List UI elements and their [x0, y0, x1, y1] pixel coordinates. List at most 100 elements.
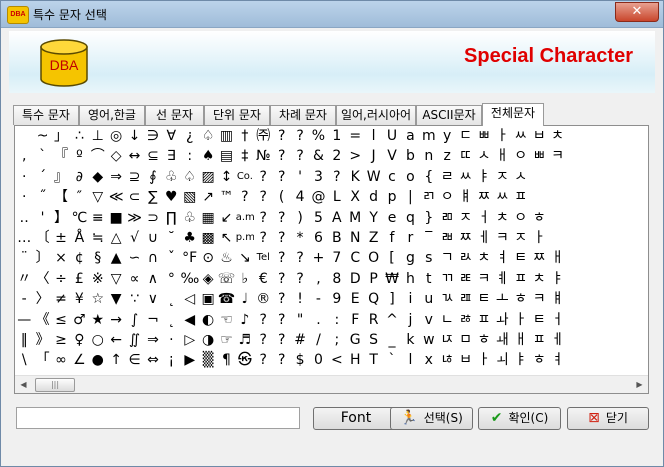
char-cell[interactable]: ㅈ [512, 228, 530, 248]
char-cell[interactable]: " [291, 310, 309, 330]
char-cell[interactable]: ? [254, 167, 272, 187]
char-cell[interactable]: . [309, 310, 327, 330]
char-cell[interactable]: ] [383, 289, 401, 309]
char-cell[interactable]: ㄸ [456, 146, 474, 166]
char-cell[interactable]: ※ [89, 269, 107, 289]
close-button[interactable]: ⊠ 닫기 [567, 407, 649, 430]
char-cell[interactable]: ∬ [125, 330, 143, 350]
char-cell[interactable]: ∀ [162, 126, 180, 146]
char-cell[interactable]: △ [107, 228, 125, 248]
char-cell[interactable]: ↙ [217, 208, 235, 228]
tab-all-chars[interactable]: 전체문자 [482, 103, 544, 126]
char-cell[interactable]: j [401, 310, 419, 330]
char-cell[interactable]: ∈ [125, 350, 143, 370]
char-cell[interactable]: A [328, 208, 346, 228]
char-cell[interactable]: ㅍ [512, 269, 530, 289]
char-cell[interactable]: ° [162, 269, 180, 289]
char-cell[interactable]: ? [328, 167, 346, 187]
char-cell[interactable]: ▣ [199, 289, 217, 309]
char-cell[interactable]: ♣ [181, 228, 199, 248]
char-cell[interactable]: º [70, 146, 88, 166]
char-cell[interactable]: ㄱ [438, 248, 456, 268]
char-cell[interactable]: b [401, 146, 419, 166]
char-cell[interactable]: ↓ [125, 126, 143, 146]
char-cell[interactable]: ▷ [181, 330, 199, 350]
char-cell[interactable]: ≪ [107, 187, 125, 207]
char-cell[interactable]: ▲ [107, 248, 125, 268]
char-cell[interactable]: | [401, 187, 419, 207]
char-cell[interactable]: 『 [52, 146, 70, 166]
char-cell[interactable]: ? [272, 248, 290, 268]
char-cell[interactable]: 】 [52, 208, 70, 228]
char-cell[interactable]: 9 [328, 289, 346, 309]
char-cell[interactable]: k [401, 330, 419, 350]
char-cell[interactable]: ㅍ [530, 330, 548, 350]
char-cell[interactable]: ? [272, 146, 290, 166]
char-cell[interactable]: ㄲ [438, 269, 456, 289]
char-cell[interactable]: ? [272, 269, 290, 289]
char-cell[interactable]: ▨ [199, 167, 217, 187]
char-cell[interactable]: p.m. [236, 228, 254, 248]
char-cell[interactable]: [ [383, 248, 401, 268]
char-cell[interactable]: M [346, 208, 364, 228]
char-cell[interactable]: ㅎ [530, 350, 548, 370]
char-cell[interactable]: ♭ [236, 269, 254, 289]
char-cell[interactable]: ⊆ [144, 146, 162, 166]
char-cell[interactable]: w [420, 330, 438, 350]
char-cell[interactable]: ↖ [217, 228, 235, 248]
char-cell[interactable]: ∪ [144, 228, 162, 248]
char-cell[interactable]: ⊃ [144, 208, 162, 228]
char-cell[interactable]: 〉 [33, 289, 51, 309]
char-cell[interactable]: ♠ [199, 146, 217, 166]
char-cell[interactable]: ¥ [70, 289, 88, 309]
char-cell[interactable]: † [236, 126, 254, 146]
char-cell[interactable]: n [420, 146, 438, 166]
char-cell[interactable]: ♤ [199, 126, 217, 146]
char-cell[interactable]: ' [33, 208, 51, 228]
char-cell[interactable]: & [309, 146, 327, 166]
char-cell[interactable]: ∞ [52, 350, 70, 370]
char-cell[interactable]: ▶ [181, 350, 199, 370]
char-cell[interactable]: d [364, 187, 382, 207]
char-cell[interactable]: ㅇ [438, 187, 456, 207]
char-cell[interactable]: ㅊ [475, 248, 493, 268]
char-cell[interactable]: o [401, 167, 419, 187]
char-cell[interactable]: ` [383, 350, 401, 370]
char-cell[interactable]: ㅎ [475, 330, 493, 350]
char-cell[interactable]: ㅃ [475, 126, 493, 146]
char-cell[interactable]: ? [291, 269, 309, 289]
char-cell[interactable]: ˛ [162, 289, 180, 309]
char-cell[interactable]: ㅍ [512, 187, 530, 207]
char-cell[interactable]: B [328, 228, 346, 248]
font-button[interactable]: Font [313, 407, 399, 430]
char-cell[interactable]: ‖ [15, 330, 33, 350]
char-cell[interactable]: ? [291, 146, 309, 166]
char-cell[interactable]: ★ [89, 310, 107, 330]
char-cell[interactable]: m [420, 126, 438, 146]
char-cell[interactable]: ♨ [217, 248, 235, 268]
char-cell[interactable]: ♧ [162, 167, 180, 187]
char-cell[interactable]: ㅆ [493, 187, 511, 207]
char-cell[interactable]: ⊥ [89, 126, 107, 146]
char-cell[interactable]: ▼ [107, 289, 125, 309]
char-cell[interactable]: Tel [254, 248, 272, 268]
char-cell[interactable]: ㅁ [456, 330, 474, 350]
char-cell[interactable]: ¨ [15, 248, 33, 268]
char-cell[interactable]: K [346, 167, 364, 187]
char-cell[interactable]: ㅈ [456, 208, 474, 228]
char-cell[interactable]: ㅐ [548, 248, 566, 268]
char-cell[interactable]: ⊇ [125, 167, 143, 187]
char-cell[interactable]: ㅅ [475, 146, 493, 166]
char-cell[interactable]: 4 [291, 187, 309, 207]
tab-english-korean[interactable]: 영어,한글 [79, 105, 145, 125]
char-cell[interactable]: ㅒ [548, 289, 566, 309]
char-cell[interactable]: l [364, 126, 382, 146]
char-cell[interactable]: ‡ [236, 146, 254, 166]
char-cell[interactable]: ㅏ [512, 310, 530, 330]
char-cell[interactable]: ◁ [181, 289, 199, 309]
char-cell[interactable]: ㅋ [548, 146, 566, 166]
horizontal-scrollbar[interactable]: ◀ ||| ▶ [15, 375, 648, 393]
char-cell[interactable]: # [291, 330, 309, 350]
char-cell[interactable]: ↗ [199, 187, 217, 207]
char-cell[interactable]: ˛ [162, 310, 180, 330]
